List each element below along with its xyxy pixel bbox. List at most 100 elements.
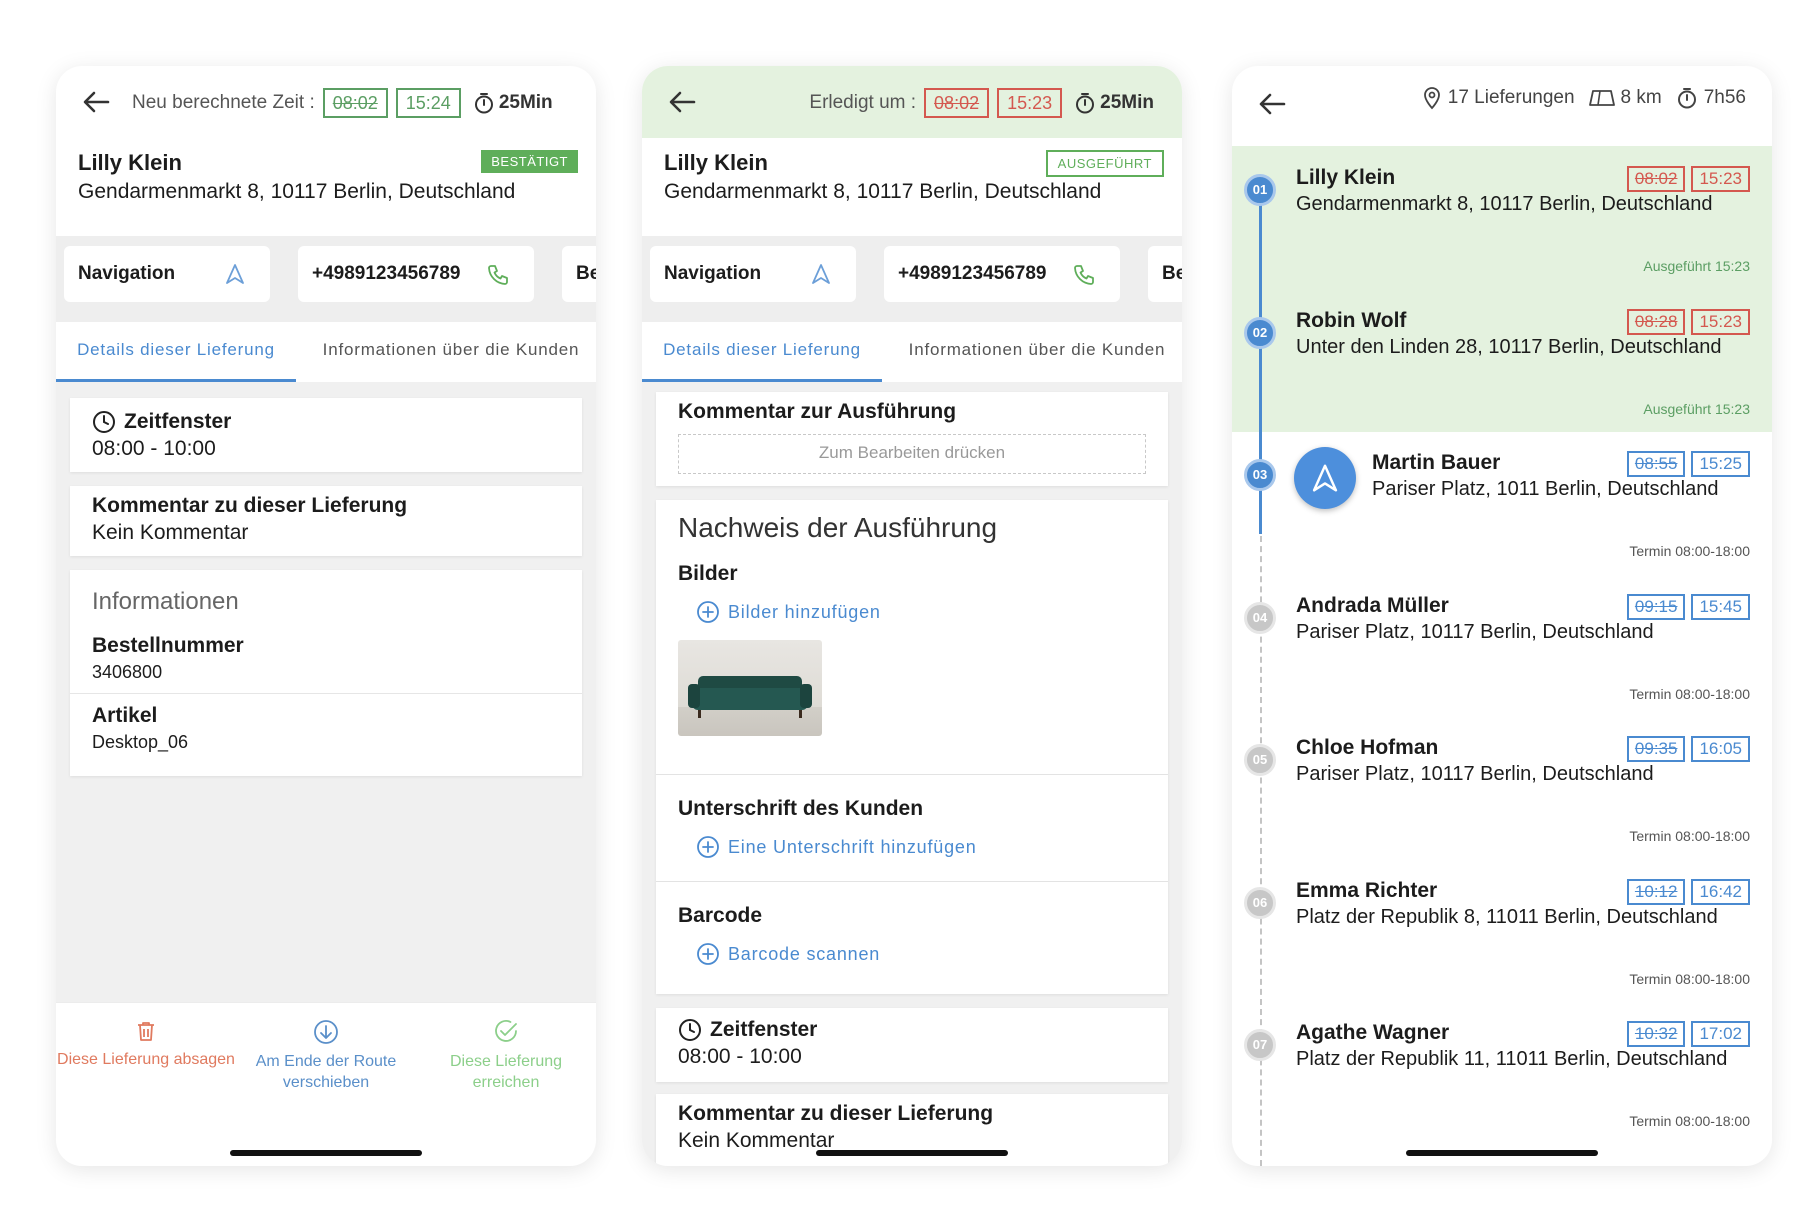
cancel-delivery-button[interactable]: Diese Lieferung absagen [56, 1019, 236, 1070]
stopwatch-icon [1677, 88, 1696, 109]
barcode-label: Barcode [678, 904, 763, 927]
back-arrow-icon[interactable] [80, 86, 112, 118]
stop-number-marker: 05 [1244, 744, 1276, 776]
tab-customer-info[interactable]: Informationen über die Kunden [316, 322, 586, 382]
tab-customer-info[interactable]: Informationen über die Kunden [902, 322, 1172, 382]
information-card: Informationen Bestellnummer 3406800 Arti… [70, 570, 582, 776]
execution-comment-input[interactable]: Zum Bearbeiten drücken [678, 434, 1146, 474]
stop-address: Gendarmenmarkt 8, 10117 Berlin, Deutschl… [1296, 193, 1713, 215]
footer-actions: Diese Lieferung absagen Am Ende der Rout… [56, 1002, 596, 1166]
header-label: Neu berechnete Zeit : [132, 92, 315, 113]
information-title: Informationen [92, 588, 239, 615]
stop-customer-name: Andrada Müller [1296, 593, 1449, 617]
deliveries-count: 17 Lieferungen [1447, 87, 1575, 108]
customer-address: Gendarmenmarkt 8, 10117 Berlin, Deutschl… [664, 180, 1102, 203]
arrow-down-circle-icon [314, 1020, 338, 1044]
planned-time-chip: 08:55 [1626, 451, 1686, 477]
stop-customer-name: Martin Bauer [1372, 451, 1501, 474]
tab-bar: Details dieser Lieferung Informationen ü… [56, 322, 596, 382]
time-window-title: Zeitfenster [124, 410, 232, 433]
duration-value: 25Min [1100, 92, 1154, 113]
navigation-button[interactable]: Navigation [64, 246, 270, 302]
phone-icon [1074, 265, 1094, 285]
more-action-button[interactable]: Be [562, 246, 596, 302]
stop-status-text: Termin 08:00-18:00 [1629, 828, 1750, 844]
planned-time-chip: 08:02 [1626, 166, 1686, 192]
stop-status-text: Termin 08:00-18:00 [1629, 970, 1750, 987]
more-action-label: Be [576, 263, 596, 284]
stop-number-marker: 02 [1244, 316, 1276, 349]
reach-delivery-button[interactable]: Diese Lieferung erreichen [416, 1019, 596, 1093]
time-window-value: 08:00 - 10:00 [92, 437, 216, 460]
back-arrow-icon[interactable] [1256, 88, 1288, 120]
navigation-arrow-icon [812, 264, 830, 284]
estimated-time-chip: 16:05 [1691, 736, 1750, 762]
new-time-chip: 15:24 [395, 88, 461, 118]
planned-time-chip: 09:15 [1626, 593, 1686, 620]
route-stop-item[interactable]: 06 Emma Richter Platz der Republik 8, 1101… [1232, 865, 1772, 1008]
home-indicator [230, 1150, 422, 1156]
call-button[interactable]: +4989123456789 [298, 246, 534, 302]
divider [656, 774, 1168, 775]
stop-time-chips: 08:55 15:25 [1621, 451, 1750, 477]
stop-address: Unter den Linden 28, 10117 Berlin, Deuts… [1296, 335, 1722, 358]
customer-block: Lilly Klein Gendarmenmarkt 8, 10117 Berl… [664, 150, 1164, 204]
proof-card: Nachweis der Ausführung Bilder Bilder hi… [656, 500, 1168, 994]
time-window-card: Zeitfenster 08:00 - 10:00 [656, 1008, 1168, 1082]
move-to-end-label: Am Ende der Route verschieben [255, 1053, 397, 1091]
scan-barcode-button[interactable]: Barcode scannen [696, 942, 1146, 966]
add-signature-button[interactable]: Eine Unterschrift hinzufügen [696, 835, 1146, 859]
stopwatch-icon [474, 93, 493, 114]
time-window-title: Zeitfenster [710, 1018, 818, 1041]
estimated-time-chip: 15:23 [1691, 166, 1750, 192]
location-pin-icon [1423, 87, 1440, 110]
stop-status-text: Termin 08:00-18:00 [1629, 1113, 1750, 1129]
phone-number: +4989123456789 [312, 263, 461, 284]
stop-customer-name: Robin Wolf [1296, 308, 1407, 332]
route-stop-item[interactable]: 07 Agathe Wagner Platz der Republik 11, 11… [1232, 1007, 1772, 1150]
stop-status-text: Termin 08:00-18:00 [1629, 685, 1750, 702]
article-value: Desktop_06 [92, 732, 189, 752]
route-stop-item[interactable]: 04 Andrada Müller Pariser Platz, 10117 Ber… [1232, 580, 1772, 723]
back-arrow-icon[interactable] [666, 86, 698, 118]
navigation-button[interactable]: Navigation [650, 246, 856, 302]
navigate-button[interactable] [1294, 447, 1356, 509]
route-stop-item[interactable]: 03 Martin Bauer Pariser Platz, 1011 Berlin… [1232, 437, 1772, 580]
delivery-detail-screen-confirmed: Neu berechnete Zeit : 08:02 15:24 25Min … [56, 66, 596, 1166]
stopwatch-icon [1076, 93, 1095, 114]
route-distance: 8 km [1620, 87, 1662, 108]
stop-address: Platz der Republik 11, 11011 Berlin, Deu… [1296, 1048, 1728, 1070]
route-stop-item[interactable]: 01 Lilly Klein Gendarmenmarkt 8, 10117 Ber… [1232, 152, 1772, 295]
clock-icon [679, 1019, 701, 1041]
tab-delivery-details[interactable]: Details dieser Lieferung [642, 322, 882, 382]
delivery-comment-value: Kein Kommentar [92, 521, 249, 544]
stop-time-chips: 09:35 16:05 [1621, 736, 1750, 762]
sofa-photo-thumbnail[interactable] [678, 640, 822, 736]
route-stop-item[interactable]: 02 Robin Wolf Unter den Linden 28, 10117 B… [1232, 295, 1772, 438]
tab-delivery-details[interactable]: Details dieser Lieferung [56, 322, 296, 382]
add-images-button[interactable]: Bilder hinzufügen [696, 600, 1146, 624]
stop-customer-name: Chloe Hofman [1296, 736, 1439, 759]
phone-icon [488, 265, 508, 285]
more-action-button[interactable]: Be [1148, 246, 1182, 302]
stop-time-chips: 08:02 15:23 [1621, 166, 1750, 192]
delivery-comment-title: Kommentar zu dieser Lieferung [678, 1102, 994, 1125]
tab-bar: Details dieser Lieferung Informationen ü… [642, 322, 1182, 382]
details-content: Kommentar zur Ausführung Zum Bearbeiten … [642, 382, 1182, 1166]
stop-number-marker: 01 [1244, 174, 1276, 206]
stop-address: Pariser Platz, 1011 Berlin, Deutschland [1372, 478, 1719, 500]
route-list-screen: 17 Lieferungen 8 km 7h56 01 Lilly Klein Ge… [1232, 66, 1772, 1166]
estimated-time-chip: 15:23 [1691, 308, 1750, 335]
stop-address: Pariser Platz, 10117 Berlin, Deutschland [1296, 763, 1654, 785]
quick-actions-row: Navigation +4989123456789 Be [56, 236, 596, 322]
stop-number-marker: 04 [1244, 601, 1276, 634]
route-stop-item[interactable]: 05 Chloe Hofman Pariser Platz, 10117 Berli… [1232, 722, 1772, 865]
stop-address: Pariser Platz, 10117 Berlin, Deutschland [1296, 620, 1654, 643]
more-action-label: Be [1162, 263, 1182, 284]
images-label: Bilder [678, 562, 738, 585]
trash-icon [138, 1022, 154, 1041]
old-time-chip: 08:02 [924, 88, 990, 118]
call-button[interactable]: +4989123456789 [884, 246, 1120, 302]
move-to-end-button[interactable]: Am Ende der Route verschieben [236, 1019, 416, 1093]
divider [656, 881, 1168, 882]
